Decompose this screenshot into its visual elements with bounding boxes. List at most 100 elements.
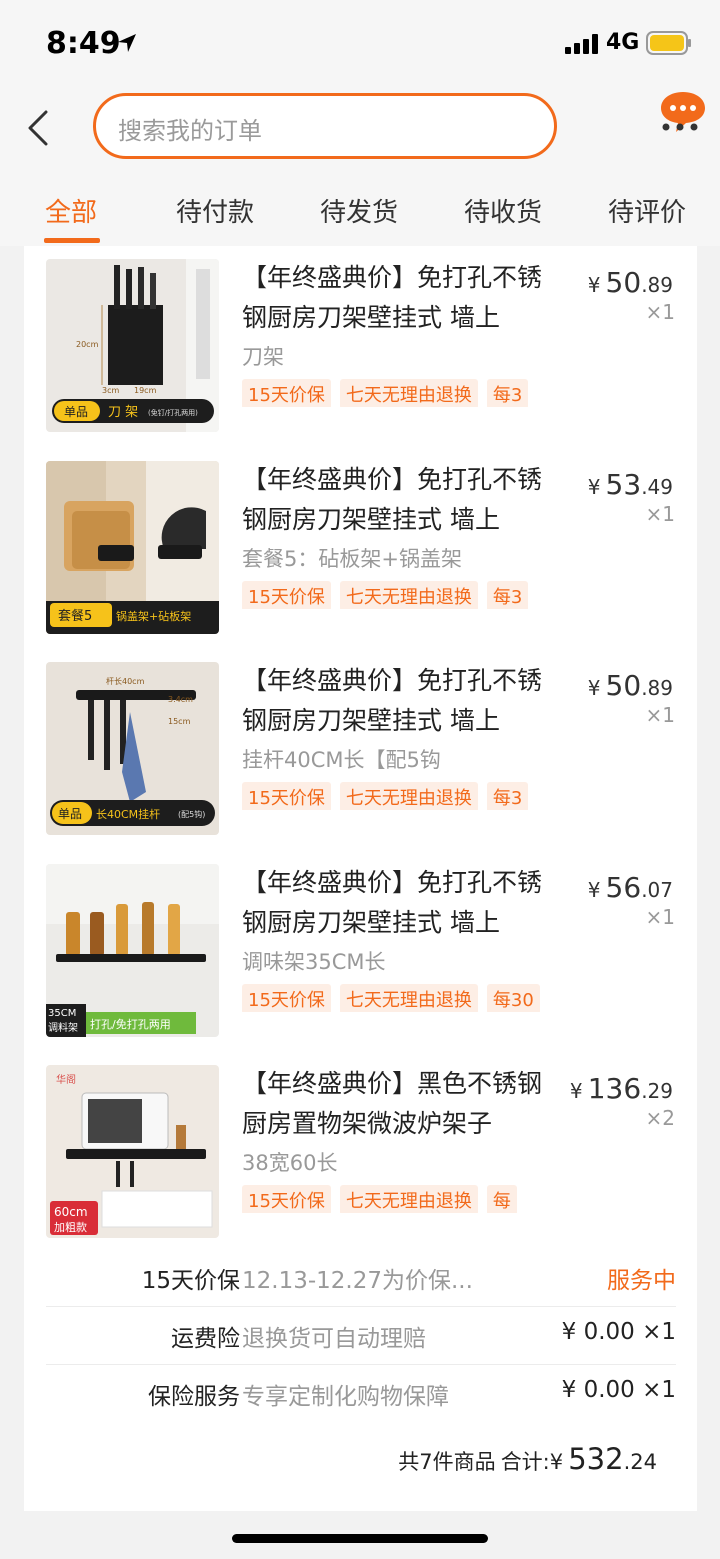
item-price: ¥ 50.89 — [587, 669, 673, 702]
order-total: 共7件商品 合计:¥ 532.24 — [398, 1442, 657, 1476]
tab-all[interactable]: 全部 — [45, 192, 97, 229]
tag-extra: 每3 — [486, 379, 529, 407]
tag-return: 七天无理由退换 — [339, 782, 478, 810]
service-row-insurance[interactable]: 保险服务 专享定制化购物保障 ¥ 0.00 ×1 — [46, 1365, 676, 1423]
product-image[interactable]: 华阁 60cm 加粗款 — [46, 1065, 219, 1238]
product-image[interactable]: 35CM 调料架 打孔/免打孔两用 — [46, 864, 219, 1037]
service-tags: 15天价保 七天无理由退换 每30 — [242, 984, 560, 1012]
dim-label: 15cm — [168, 717, 191, 726]
service-label: 15天价保 — [141, 1268, 240, 1294]
service-desc: 专享定制化购物保障 — [242, 1384, 449, 1410]
item-quantity: ×1 — [645, 502, 675, 526]
order-item[interactable]: 杆长40cm 3.4cm 15cm 单品 长40CM挂杆 (配5钩) 【年终盛典… — [24, 649, 697, 839]
order-item[interactable]: 套餐5 锅盖架+砧板架 【年终盛典价】免打孔不锈钢厨房刀架壁挂式 墙上 套餐5：… — [24, 448, 697, 638]
dim-label: 3.4cm — [168, 695, 193, 704]
service-row-shipping-insurance[interactable]: 运费险 退换货可自动理赔 ¥ 0.00 ×1 — [46, 1307, 676, 1365]
tab-pending-review[interactable]: 待评价 — [608, 192, 686, 229]
tab-pending-receipt[interactable]: 待收货 — [464, 192, 542, 229]
badge-text: 60cm — [54, 1205, 88, 1219]
service-tags: 15天价保 七天无理由退换 每3 — [242, 379, 560, 407]
brand-text: 华阁 — [56, 1073, 76, 1086]
item-quantity: ×1 — [645, 300, 675, 324]
tag-price-protect: 15天价保 — [242, 984, 331, 1012]
service-desc: 12.13-12.27为价保... — [242, 1268, 473, 1294]
item-price: ¥ 56.07 — [587, 871, 673, 904]
dim-label: 20cm — [76, 340, 99, 349]
tag-return: 七天无理由退换 — [339, 1185, 478, 1213]
product-title[interactable]: 【年终盛典价】免打孔不锈钢厨房刀架壁挂式 墙上 — [242, 460, 562, 540]
order-card: 20cm 3cm 19cm 单品 刀 架 (免钉/打孔两用) 【年终盛典价】免打… — [24, 246, 697, 1511]
tag-price-protect: 15天价保 — [242, 782, 331, 810]
dim-label: 3cm — [102, 386, 119, 395]
order-item[interactable]: 华阁 60cm 加粗款 【年终盛典价】黑色不锈钢厨房置物架微波炉架子 38宽60… — [24, 1052, 697, 1242]
item-quantity: ×2 — [645, 1106, 675, 1130]
product-image[interactable]: 20cm 3cm 19cm 单品 刀 架 (免钉/打孔两用) — [46, 259, 219, 432]
tag-price-protect: 15天价保 — [242, 379, 331, 407]
dim-label: 杆长40cm — [106, 676, 145, 686]
product-title[interactable]: 【年终盛典价】免打孔不锈钢厨房刀架壁挂式 墙上 — [242, 661, 562, 741]
battery-icon — [646, 31, 691, 55]
tag-return: 七天无理由退换 — [339, 379, 478, 407]
product-title[interactable]: 【年终盛典价】免打孔不锈钢厨房刀架壁挂式 墙上 — [242, 863, 562, 943]
tag-price-protect: 15天价保 — [242, 1185, 331, 1213]
badge-text: 单品 — [58, 807, 82, 821]
status-time: 8:49 — [46, 26, 121, 61]
status-bar: 8:49 4G — [0, 0, 720, 88]
product-image[interactable]: 套餐5 锅盖架+砧板架 — [46, 461, 219, 634]
search-header: 搜索我的订单 — [0, 88, 720, 168]
badge-text: 单品 — [64, 405, 88, 419]
badge-text: 调料架 — [48, 1021, 78, 1034]
location-arrow-icon — [118, 34, 136, 52]
badge-text: 打孔/免打孔两用 — [90, 1017, 171, 1031]
service-label: 保险服务 — [148, 1384, 240, 1410]
product-spec: 38宽60长 — [242, 1151, 338, 1175]
item-price: ¥ 136.29 — [569, 1072, 673, 1105]
product-spec: 刀架 — [242, 345, 284, 369]
home-indicator[interactable] — [232, 1534, 488, 1543]
service-label: 运费险 — [171, 1326, 240, 1352]
service-tags: 15天价保 七天无理由退换 每3 — [242, 581, 560, 609]
search-placeholder: 搜索我的订单 — [118, 117, 262, 145]
more-icon[interactable] — [660, 120, 700, 134]
dim-label: 19cm — [134, 386, 157, 395]
service-status: 服务中 — [607, 1268, 676, 1294]
service-tags: 15天价保 七天无理由退换每 — [242, 1185, 560, 1213]
badge-text: 加粗款 — [54, 1220, 87, 1234]
service-desc: 退换货可自动理赔 — [242, 1326, 426, 1352]
badge-text: 刀 架 — [108, 405, 138, 420]
tag-extra: 每 — [486, 1185, 517, 1213]
badge-text: (配5钩) — [178, 809, 205, 819]
product-image[interactable]: 杆长40cm 3.4cm 15cm 单品 长40CM挂杆 (配5钩) — [46, 662, 219, 835]
item-count: 共7件商品 — [398, 1450, 496, 1474]
badge-text: 锅盖架+砧板架 — [116, 609, 191, 623]
signal-icon — [565, 34, 598, 54]
order-item[interactable]: 35CM 调料架 打孔/免打孔两用 【年终盛典价】免打孔不锈钢厨房刀架壁挂式 墙… — [24, 851, 697, 1041]
tag-return: 七天无理由退换 — [339, 984, 478, 1012]
order-item[interactable]: 20cm 3cm 19cm 单品 刀 架 (免钉/打孔两用) 【年终盛典价】免打… — [24, 246, 697, 436]
item-price: ¥ 50.89 — [587, 266, 673, 299]
tab-pending-payment[interactable]: 待付款 — [176, 192, 254, 229]
product-spec: 套餐5：砧板架+锅盖架 — [242, 547, 462, 571]
product-title[interactable]: 【年终盛典价】免打孔不锈钢厨房刀架壁挂式 墙上 — [242, 258, 562, 338]
tab-pending-shipment[interactable]: 待发货 — [320, 192, 398, 229]
item-quantity: ×1 — [645, 905, 675, 929]
service-row-price-protect[interactable]: 15天价保 12.13-12.27为价保... 服务中 — [46, 1249, 676, 1307]
tag-extra: 每3 — [486, 581, 529, 609]
service-price: ¥ 0.00 ×1 — [561, 1319, 676, 1345]
badge-text: 35CM — [48, 1008, 76, 1019]
order-tabs: 全部 待付款 待发货 待收货 待评价 — [0, 168, 720, 246]
product-spec: 调味架35CM长 — [242, 950, 386, 974]
tag-extra: 每30 — [486, 984, 540, 1012]
badge-text: (免钉/打孔两用) — [148, 408, 198, 417]
item-quantity: ×1 — [645, 703, 675, 727]
product-title[interactable]: 【年终盛典价】黑色不锈钢厨房置物架微波炉架子 — [242, 1064, 562, 1144]
badge-text: 长40CM挂杆 — [96, 807, 160, 821]
item-price: ¥ 53.49 — [587, 468, 673, 501]
network-type: 4G — [606, 30, 640, 55]
service-price: ¥ 0.00 ×1 — [561, 1377, 676, 1403]
sum-label: 合计: — [500, 1450, 550, 1474]
search-input[interactable]: 搜索我的订单 — [93, 93, 557, 159]
tab-active-indicator — [44, 238, 100, 243]
back-icon[interactable] — [24, 108, 52, 148]
tag-return: 七天无理由退换 — [339, 581, 478, 609]
